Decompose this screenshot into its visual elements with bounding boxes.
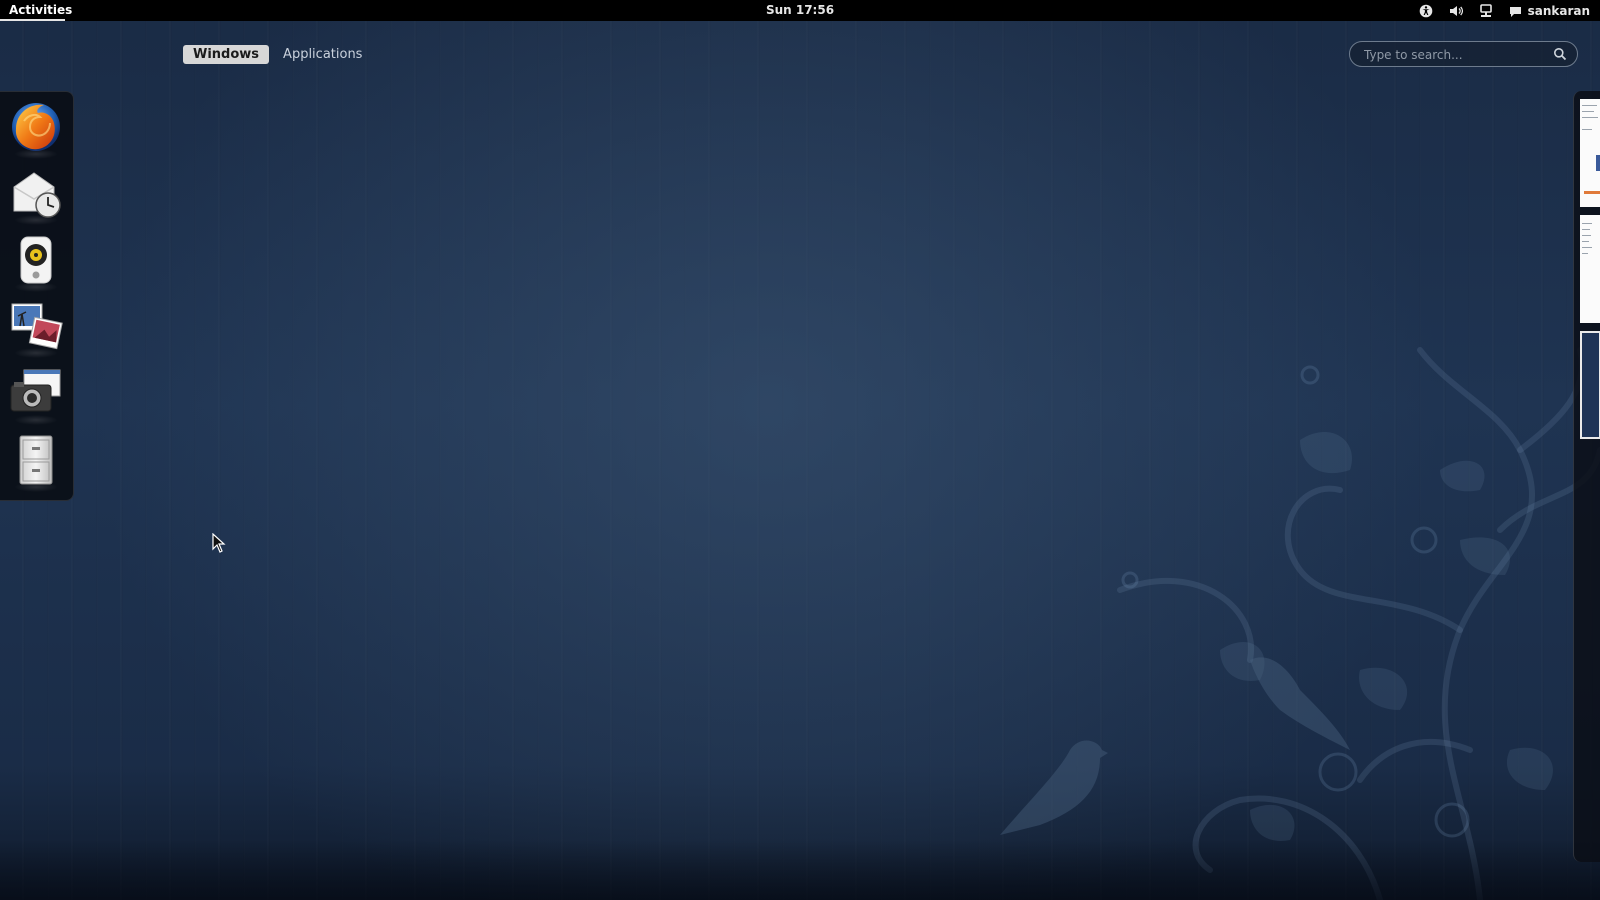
dash-item-reflection [14, 282, 58, 292]
dash-item-files[interactable] [8, 432, 64, 492]
tab-windows[interactable]: Windows [183, 45, 270, 64]
top-bar: Activities Sun 17:56 sankaran [0, 0, 1600, 21]
chat-icon [1508, 3, 1524, 19]
user-name: sankaran [1527, 4, 1590, 18]
workspace-thumbnail-3[interactable] [1580, 331, 1600, 439]
search-box[interactable] [1349, 41, 1578, 67]
user-menu[interactable]: sankaran [1508, 3, 1590, 19]
workspace-switcher [1573, 91, 1600, 862]
dash-item-screenshot[interactable] [8, 365, 64, 425]
dash-item-firefox[interactable] [8, 99, 64, 159]
system-tray: sankaran [1418, 2, 1590, 20]
camera-icon [10, 369, 61, 412]
speaker-icon [20, 236, 52, 284]
file-cabinet-icon [19, 435, 53, 485]
thumbnail-text-line [1582, 229, 1590, 230]
thumbnail-text-line [1582, 111, 1594, 112]
activities-indicator [0, 19, 65, 21]
thumbnail-text-line [1582, 223, 1592, 224]
volume-icon[interactable] [1448, 3, 1464, 19]
accessibility-icon[interactable] [1418, 3, 1434, 19]
wallpaper-floral-art [1000, 347, 1600, 900]
dash-item-reflection [14, 149, 58, 159]
bottom-shadow [0, 840, 1600, 900]
thumbnail-text-line [1582, 117, 1598, 118]
thumbnail-text-line [1582, 235, 1591, 236]
thumbnail-text-line [1582, 105, 1597, 106]
workspace-thumbnail-2[interactable] [1580, 215, 1600, 323]
dash-item-reflection [14, 415, 58, 425]
overview-tabs: Windows Applications [183, 45, 372, 64]
thumbnail-text-line [1582, 247, 1592, 248]
mail-clock-icon [13, 172, 61, 218]
network-icon[interactable] [1478, 3, 1494, 19]
dash [0, 91, 74, 501]
tab-applications[interactable]: Applications [273, 45, 372, 64]
search-icon [1554, 48, 1567, 61]
thumbnail-text-line [1582, 129, 1592, 130]
desktop-background [0, 0, 1600, 900]
dash-item-reflection [14, 348, 58, 358]
dash-item-reflection [14, 215, 58, 225]
thumbnail-text-line [1582, 241, 1589, 242]
dash-item-evolution[interactable] [8, 165, 64, 225]
thumbnail-accent [1584, 191, 1600, 194]
photos-icon [11, 303, 63, 350]
dash-item-rhythmbox[interactable] [8, 232, 64, 292]
dash-item-reflection [14, 482, 58, 492]
workspace-thumbnail-1[interactable] [1580, 99, 1600, 207]
thumbnail-accent [1596, 155, 1600, 171]
firefox-icon [12, 103, 60, 151]
mouse-cursor [212, 533, 226, 553]
search-input[interactable] [1362, 45, 1546, 65]
dash-item-shotwell[interactable] [8, 298, 64, 358]
clock[interactable]: Sun 17:56 [0, 3, 1600, 17]
thumbnail-text-line [1582, 253, 1588, 254]
